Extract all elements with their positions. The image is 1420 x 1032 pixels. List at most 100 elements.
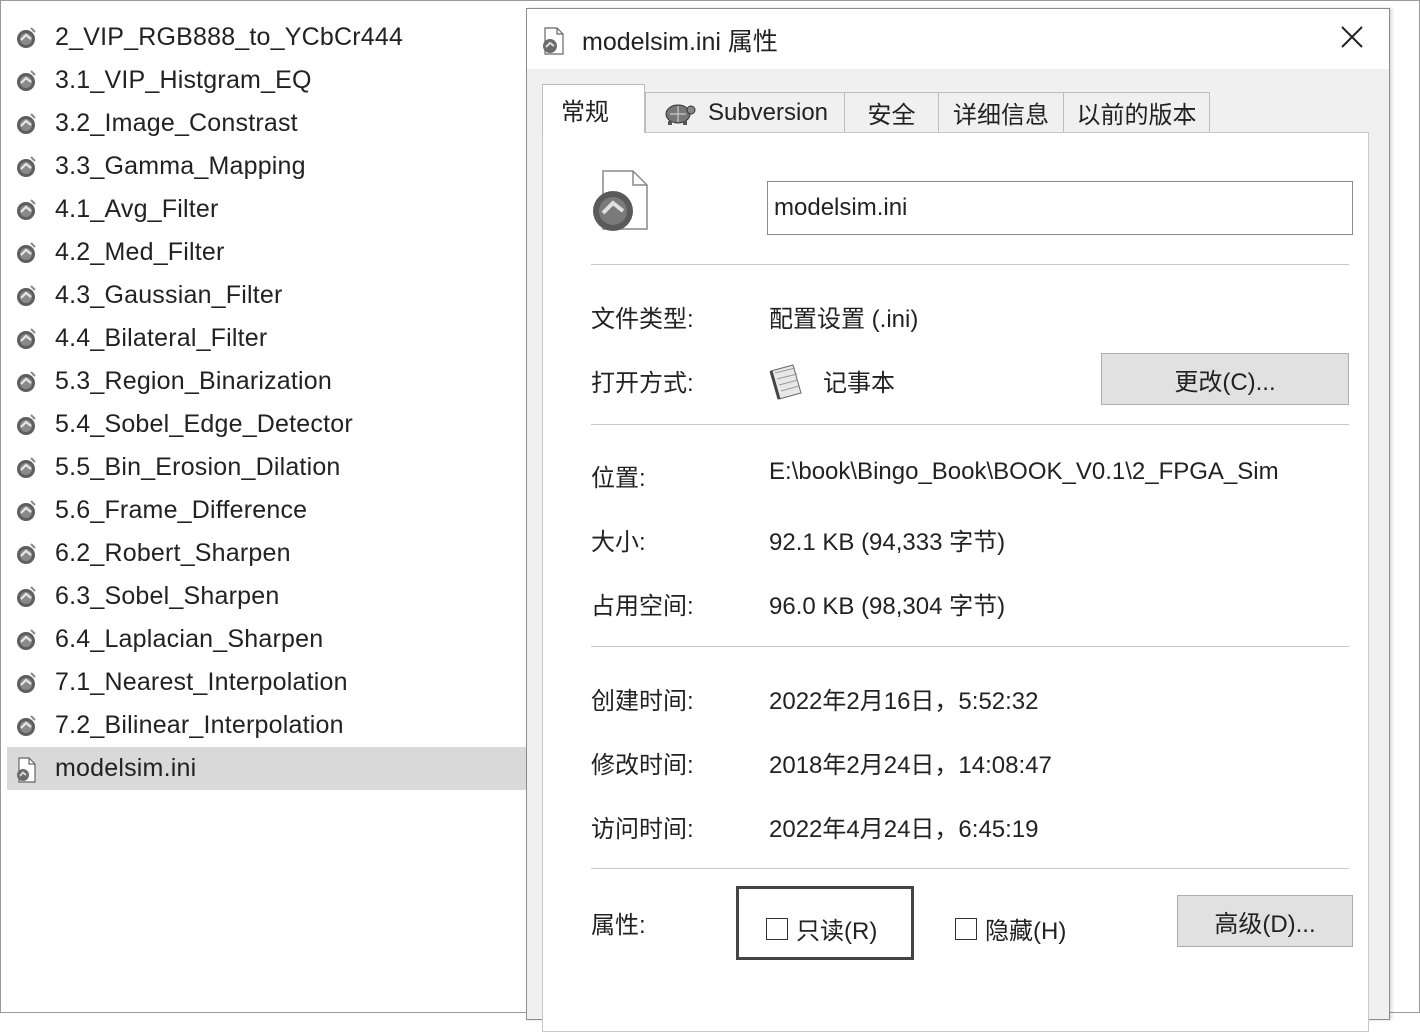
accessed-value: 2022年4月24日，6:45:19 [769,816,1039,843]
separator [591,424,1349,425]
size-value: 92.1 KB (94,333 字节) [769,529,1006,556]
file-name: 6.4_Laplacian_Sharpen [55,625,324,653]
file-list-item[interactable]: modelsim.ini [7,747,526,790]
file-list-item[interactable]: 3.2_Image_Constrast [7,102,526,145]
filename-input[interactable] [767,181,1353,235]
file-list-item[interactable]: 2_VIP_RGB888_to_YCbCr444 [7,16,526,59]
created-label: 创建时间: [591,688,694,715]
file-name: 6.2_Robert_Sharpen [55,539,291,567]
modified-label: 修改时间: [591,752,694,779]
separator [591,868,1349,869]
readonly-checkbox[interactable]: 只读(R) [766,911,877,946]
modelsim-project-icon [15,628,37,652]
file-name: 4.2_Med_Filter [55,238,225,266]
modelsim-project-icon [15,370,37,394]
file-list-item[interactable]: 5.5_Bin_Erosion_Dilation [7,446,526,489]
attributes-label: 属性: [591,912,646,939]
file-list-item[interactable]: 6.4_Laplacian_Sharpen [7,618,526,661]
modelsim-project-icon [15,327,37,351]
tab-label: 详细信息 [953,102,1049,129]
file-list-item[interactable]: 7.2_Bilinear_Interpolation [7,704,526,747]
hidden-checkbox-box[interactable] [955,917,977,940]
separator [591,646,1349,647]
file-name: 5.6_Frame_Difference [55,496,308,524]
created-value: 2022年2月16日，5:52:32 [769,688,1039,715]
accessed-label: 访问时间: [591,816,694,843]
modelsim-project-icon [15,198,37,222]
modified-value: 2018年2月24日，14:08:47 [769,752,1052,779]
modelsim-project-icon [15,499,37,523]
file-list-item[interactable]: 4.2_Med_Filter [7,231,526,274]
file-list-item[interactable]: 5.6_Frame_Difference [7,489,526,532]
file-list-item[interactable]: 5.4_Sobel_Edge_Detector [7,403,526,446]
tab-subversion[interactable]: Subversion [645,92,845,132]
change-button[interactable]: 更改(C)... [1101,353,1349,405]
file-list-item[interactable]: 7.1_Nearest_Interpolation [7,661,526,704]
close-icon [1340,25,1364,54]
modelsim-file-icon [541,27,565,55]
file-name: 7.2_Bilinear_Interpolation [55,711,344,739]
file-list-item[interactable]: 4.1_Avg_Filter [7,188,526,231]
open-with-label: 打开方式: [591,370,694,397]
file-list-item[interactable]: 4.4_Bilateral_Filter [7,317,526,360]
file-list-item[interactable]: 3.3_Gamma_Mapping [7,145,526,188]
file-name: modelsim.ini [55,754,197,782]
modelsim-file-icon [15,756,37,783]
disk-size-label: 占用空间: [591,593,694,620]
notepad-icon [767,361,807,401]
button-label: 更改(C)... [1174,368,1276,396]
large-file-icon [591,169,649,233]
file-list: 2_VIP_RGB888_to_YCbCr444 3.1_VIP_Histgram… [7,16,526,790]
hidden-label: 隐藏(H) [985,918,1067,945]
file-list-item[interactable]: 6.2_Robert_Sharpen [7,532,526,575]
tab-security[interactable]: 安全 [844,92,939,132]
file-name: 3.1_VIP_Histgram_EQ [55,66,312,94]
file-name: 6.3_Sobel_Sharpen [55,582,280,610]
open-with-value: 记事本 [823,370,895,397]
advanced-button[interactable]: 高级(D)... [1177,895,1353,947]
file-list-item[interactable]: 3.1_VIP_Histgram_EQ [7,59,526,102]
hidden-checkbox[interactable]: 隐藏(H) [955,911,1066,946]
modelsim-project-icon [15,671,37,695]
dialog-title: modelsim.ini 属性 [582,28,778,56]
tortoise-icon [662,100,696,126]
tab-label: 安全 [867,102,916,129]
file-list-item[interactable]: 6.3_Sobel_Sharpen [7,575,526,618]
modelsim-project-icon [15,714,37,738]
close-button[interactable] [1327,17,1377,61]
properties-dialog: modelsim.ini 属性 常规 Subversion 安全 详细信息 以前… [526,8,1390,1032]
file-name: 5.3_Region_Binarization [55,367,333,395]
modelsim-project-icon [15,155,37,179]
size-label: 大小: [591,529,646,556]
file-name: 3.3_Gamma_Mapping [55,152,306,180]
readonly-label: 只读(R) [796,918,878,945]
file-type-label: 文件类型: [591,306,694,333]
modelsim-project-icon [15,284,37,308]
file-list-item[interactable]: 5.3_Region_Binarization [7,360,526,403]
modelsim-project-icon [15,542,37,566]
file-name: 7.1_Nearest_Interpolation [55,668,348,696]
modelsim-project-icon [15,413,37,437]
title-bar: modelsim.ini 属性 [527,9,1389,69]
tab-label: 以前的版本 [1076,102,1197,129]
file-name: 5.4_Sobel_Edge_Detector [55,410,353,438]
tab-previous-versions[interactable]: 以前的版本 [1063,92,1210,132]
readonly-checkbox-box[interactable] [766,917,788,940]
separator [591,264,1349,265]
button-label: 高级(D)... [1214,910,1316,938]
modelsim-project-icon [15,112,37,136]
tab-general[interactable]: 常规 [542,84,645,133]
location-value: E:\book\Bingo_Book\BOOK_V0.1\2_FPGA_Sim [769,458,1279,485]
file-name: 2_VIP_RGB888_to_YCbCr444 [55,23,404,51]
tab-label: 常规 [561,98,609,126]
file-type-value: 配置设置 (.ini) [769,306,919,333]
modelsim-project-icon [15,241,37,265]
file-name: 4.1_Avg_Filter [55,195,219,223]
tab-details[interactable]: 详细信息 [938,92,1064,132]
modelsim-project-icon [15,69,37,93]
tab-label: Subversion [707,98,829,126]
file-list-item[interactable]: 4.3_Gaussian_Filter [7,274,526,317]
disk-size-value: 96.0 KB (98,304 字节) [769,593,1006,620]
file-name: 4.3_Gaussian_Filter [55,281,283,309]
location-label: 位置: [591,465,646,492]
